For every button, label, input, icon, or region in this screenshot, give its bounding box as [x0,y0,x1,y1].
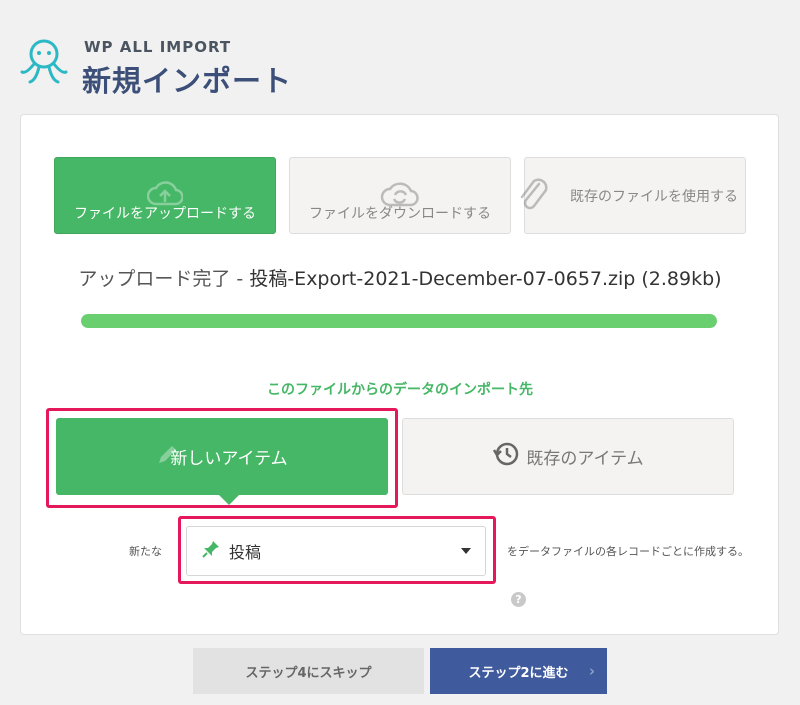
import-target-heading: このファイルからのデータのインポート先 [267,382,533,398]
paperclip-icon [517,176,551,220]
post-type-highlight [178,516,496,584]
help-icon[interactable]: ? [511,592,526,607]
upload-status: アップロード完了 - 投稿-Export-2021-December-07-06… [0,264,800,291]
existing-items-label: 既存のアイテム [526,449,644,469]
upload-progress-bar [81,314,717,328]
skip-to-step4-button[interactable]: ステップ4にスキップ [193,648,424,694]
download-file-button[interactable]: ファイルをダウンロードする [289,157,511,234]
continue-label: ステップ2に進む [468,665,569,681]
post-type-prefix: 新たな [129,545,162,558]
uploaded-filename: 投稿-Export-2021-December-07-0657.zip (2.8… [249,268,722,290]
skip-label: ステップ4にスキップ [245,665,372,681]
brand-name: WP ALL IMPORT [84,38,232,56]
octopus-logo-icon [20,36,76,92]
page-title: 新規インポート [82,64,293,98]
chevron-right-icon: › [588,662,595,680]
existing-file-label: 既存のファイルを使用する [570,188,738,205]
cloud-download-icon [380,178,420,214]
upload-progress-fill [81,314,717,328]
existing-items-button[interactable]: 既存のアイテム [402,418,734,495]
continue-step2-button[interactable]: ステップ2に進む › [430,648,607,694]
history-icon [492,440,520,473]
upload-status-prefix: アップロード完了 - [78,268,250,290]
new-items-highlight [46,408,398,508]
upload-file-button[interactable]: ファイルをアップロードする [54,157,276,234]
post-type-suffix: をデータファイルの各レコードごとに作成する。 [507,545,749,558]
cloud-upload-icon [146,178,184,212]
existing-file-button[interactable]: 既存のファイルを使用する [520,157,746,234]
